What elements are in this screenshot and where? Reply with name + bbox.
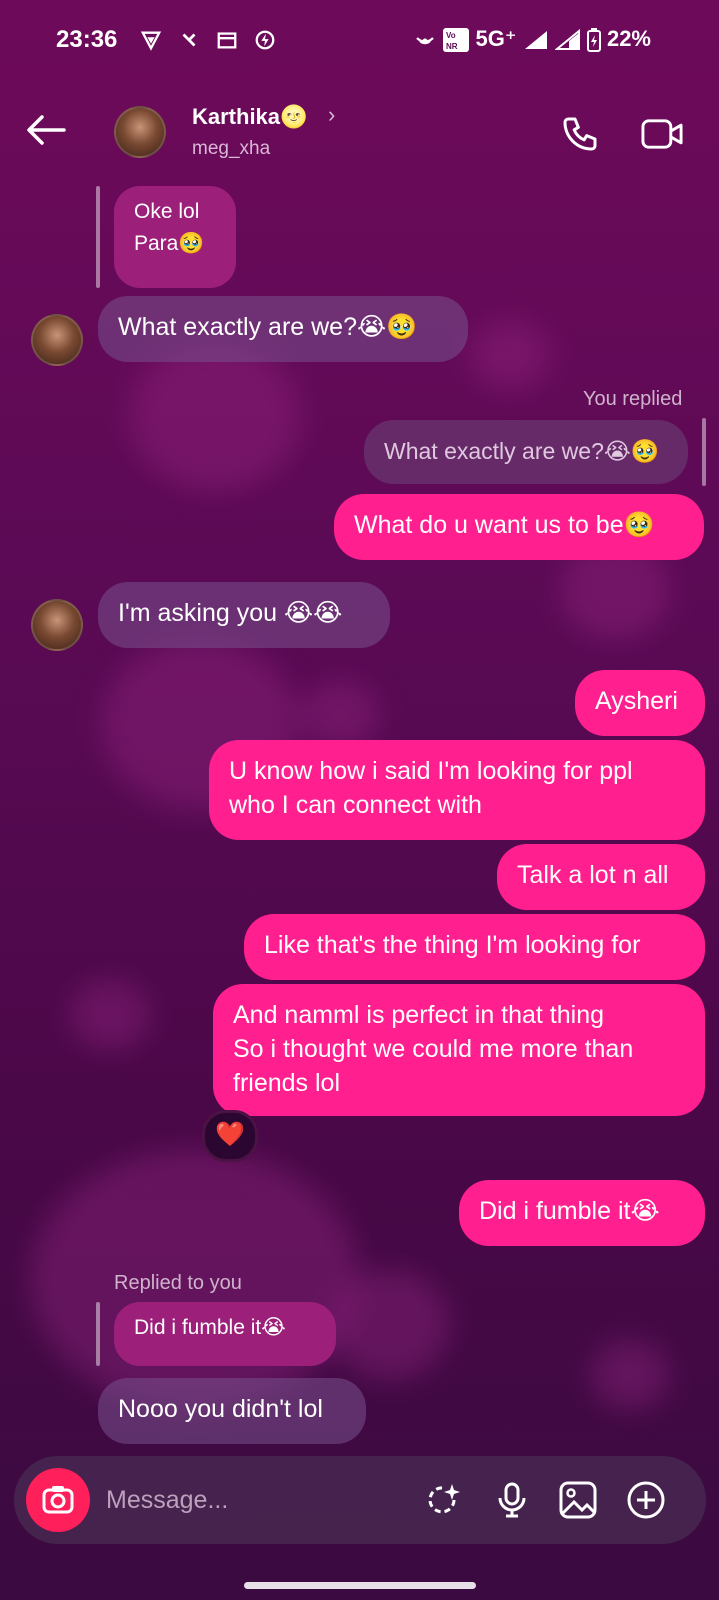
volte-icon: Vo NR xyxy=(443,28,470,53)
battery-percent: 22% xyxy=(606,26,651,51)
sparkle-icon xyxy=(428,1484,460,1514)
flash-icon xyxy=(255,30,275,50)
signal-icon xyxy=(524,31,547,50)
hotspot-icon xyxy=(416,37,435,45)
quote-bar xyxy=(96,1302,100,1366)
calendar-icon xyxy=(217,32,237,49)
background-heart xyxy=(330,1270,450,1380)
sent-message[interactable]: Talk a lot n all xyxy=(497,844,705,910)
video-call-button[interactable] xyxy=(640,116,684,157)
plus-circle-icon xyxy=(627,1481,665,1519)
more-button[interactable] xyxy=(626,1480,666,1520)
chevron-right-icon[interactable]: › xyxy=(328,102,335,128)
fan-icon xyxy=(182,33,196,47)
camera-button[interactable] xyxy=(26,1468,90,1532)
status-icons xyxy=(140,26,276,52)
quoted-message[interactable]: Did i fumble it😭 xyxy=(114,1302,336,1366)
quote-bar xyxy=(96,186,100,288)
svg-text:Vo: Vo xyxy=(446,31,456,40)
contact-avatar[interactable] xyxy=(114,106,166,158)
reply-meta: Replied to you xyxy=(114,1272,242,1294)
sender-avatar[interactable] xyxy=(31,599,83,651)
back-button[interactable] xyxy=(26,114,70,150)
quote-bar xyxy=(702,418,706,486)
received-message[interactable]: Nooo you didn't lol xyxy=(98,1378,366,1444)
back-arrow-icon xyxy=(27,115,66,145)
microphone-icon xyxy=(498,1482,526,1518)
sent-message[interactable]: U know how i said I'm looking for ppl wh… xyxy=(209,740,705,840)
video-camera-icon xyxy=(641,119,683,149)
battery-icon xyxy=(586,28,601,53)
quoted-message[interactable]: What exactly are we?😭🥹 xyxy=(364,420,688,484)
svg-text:NR: NR xyxy=(446,42,458,51)
gallery-button[interactable] xyxy=(558,1480,598,1520)
quoted-message[interactable]: Oke lol Para🥹 xyxy=(114,186,236,288)
signal-icon-2 xyxy=(553,29,580,51)
chat-header: Karthika🌝 › meg_xha xyxy=(0,96,719,168)
sent-message[interactable]: Did i fumble it😭 xyxy=(459,1180,705,1246)
network-label: 5G⁺ xyxy=(475,26,517,51)
background-heart xyxy=(470,320,550,390)
sender-avatar[interactable] xyxy=(31,314,83,366)
sent-message[interactable]: Like that's the thing I'm looking for xyxy=(244,914,705,980)
image-icon xyxy=(559,1481,597,1519)
contact-name[interactable]: Karthika🌝 xyxy=(192,104,307,130)
voice-message-button[interactable] xyxy=(492,1480,532,1520)
message-composer: Message... xyxy=(14,1456,706,1544)
sticker-button[interactable] xyxy=(424,1480,464,1520)
status-bar: 23:36 Vo NR 5G⁺ 22% xyxy=(0,0,719,84)
received-message[interactable]: What exactly are we?😭🥹 xyxy=(98,296,468,362)
background-heart xyxy=(70,980,150,1050)
home-indicator[interactable] xyxy=(244,1582,476,1589)
message-input[interactable]: Message... xyxy=(106,1486,228,1515)
background-heart xyxy=(590,1340,670,1410)
sent-message[interactable]: And namml is perfect in that thing So i … xyxy=(213,984,705,1116)
reply-meta: You replied xyxy=(583,388,683,410)
vpn-icon xyxy=(140,31,162,51)
status-time: 23:36 xyxy=(56,26,118,53)
sent-message[interactable]: Aysheri xyxy=(575,670,705,736)
voice-call-button[interactable] xyxy=(560,114,600,159)
contact-username[interactable]: meg_xha xyxy=(192,138,270,160)
phone-icon xyxy=(563,117,597,151)
heart-reaction[interactable]: ❤️ xyxy=(202,1110,258,1162)
sent-message[interactable]: What do u want us to be🥹 xyxy=(334,494,704,560)
camera-icon xyxy=(42,1486,74,1514)
status-right: Vo NR 5G⁺ 22% xyxy=(413,26,651,53)
received-message[interactable]: I'm asking you 😭😭 xyxy=(98,582,390,648)
background-heart xyxy=(130,340,300,490)
